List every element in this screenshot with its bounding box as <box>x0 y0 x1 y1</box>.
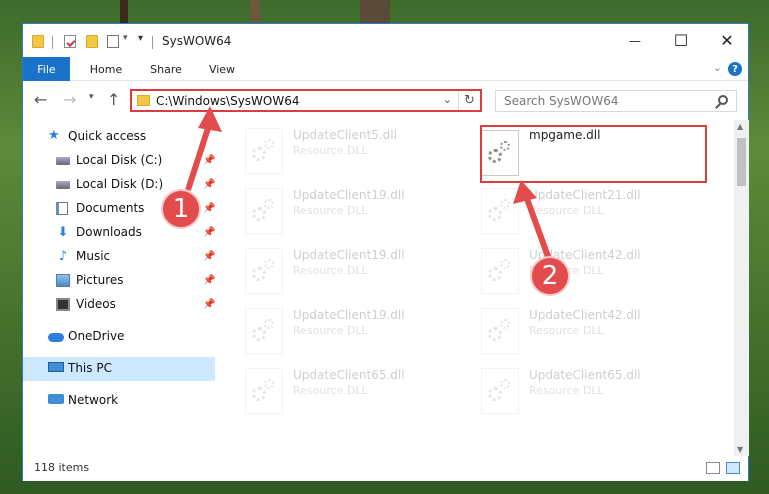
arrow-1-shaft <box>185 121 213 191</box>
arrow-1-head <box>198 106 222 132</box>
arrow-2-shaft <box>523 194 553 264</box>
annotation-arrows <box>185 106 553 264</box>
step-2-badge: 2 <box>530 256 570 296</box>
arrow-2-head <box>513 180 537 204</box>
step-1-badge: 1 <box>161 189 201 229</box>
